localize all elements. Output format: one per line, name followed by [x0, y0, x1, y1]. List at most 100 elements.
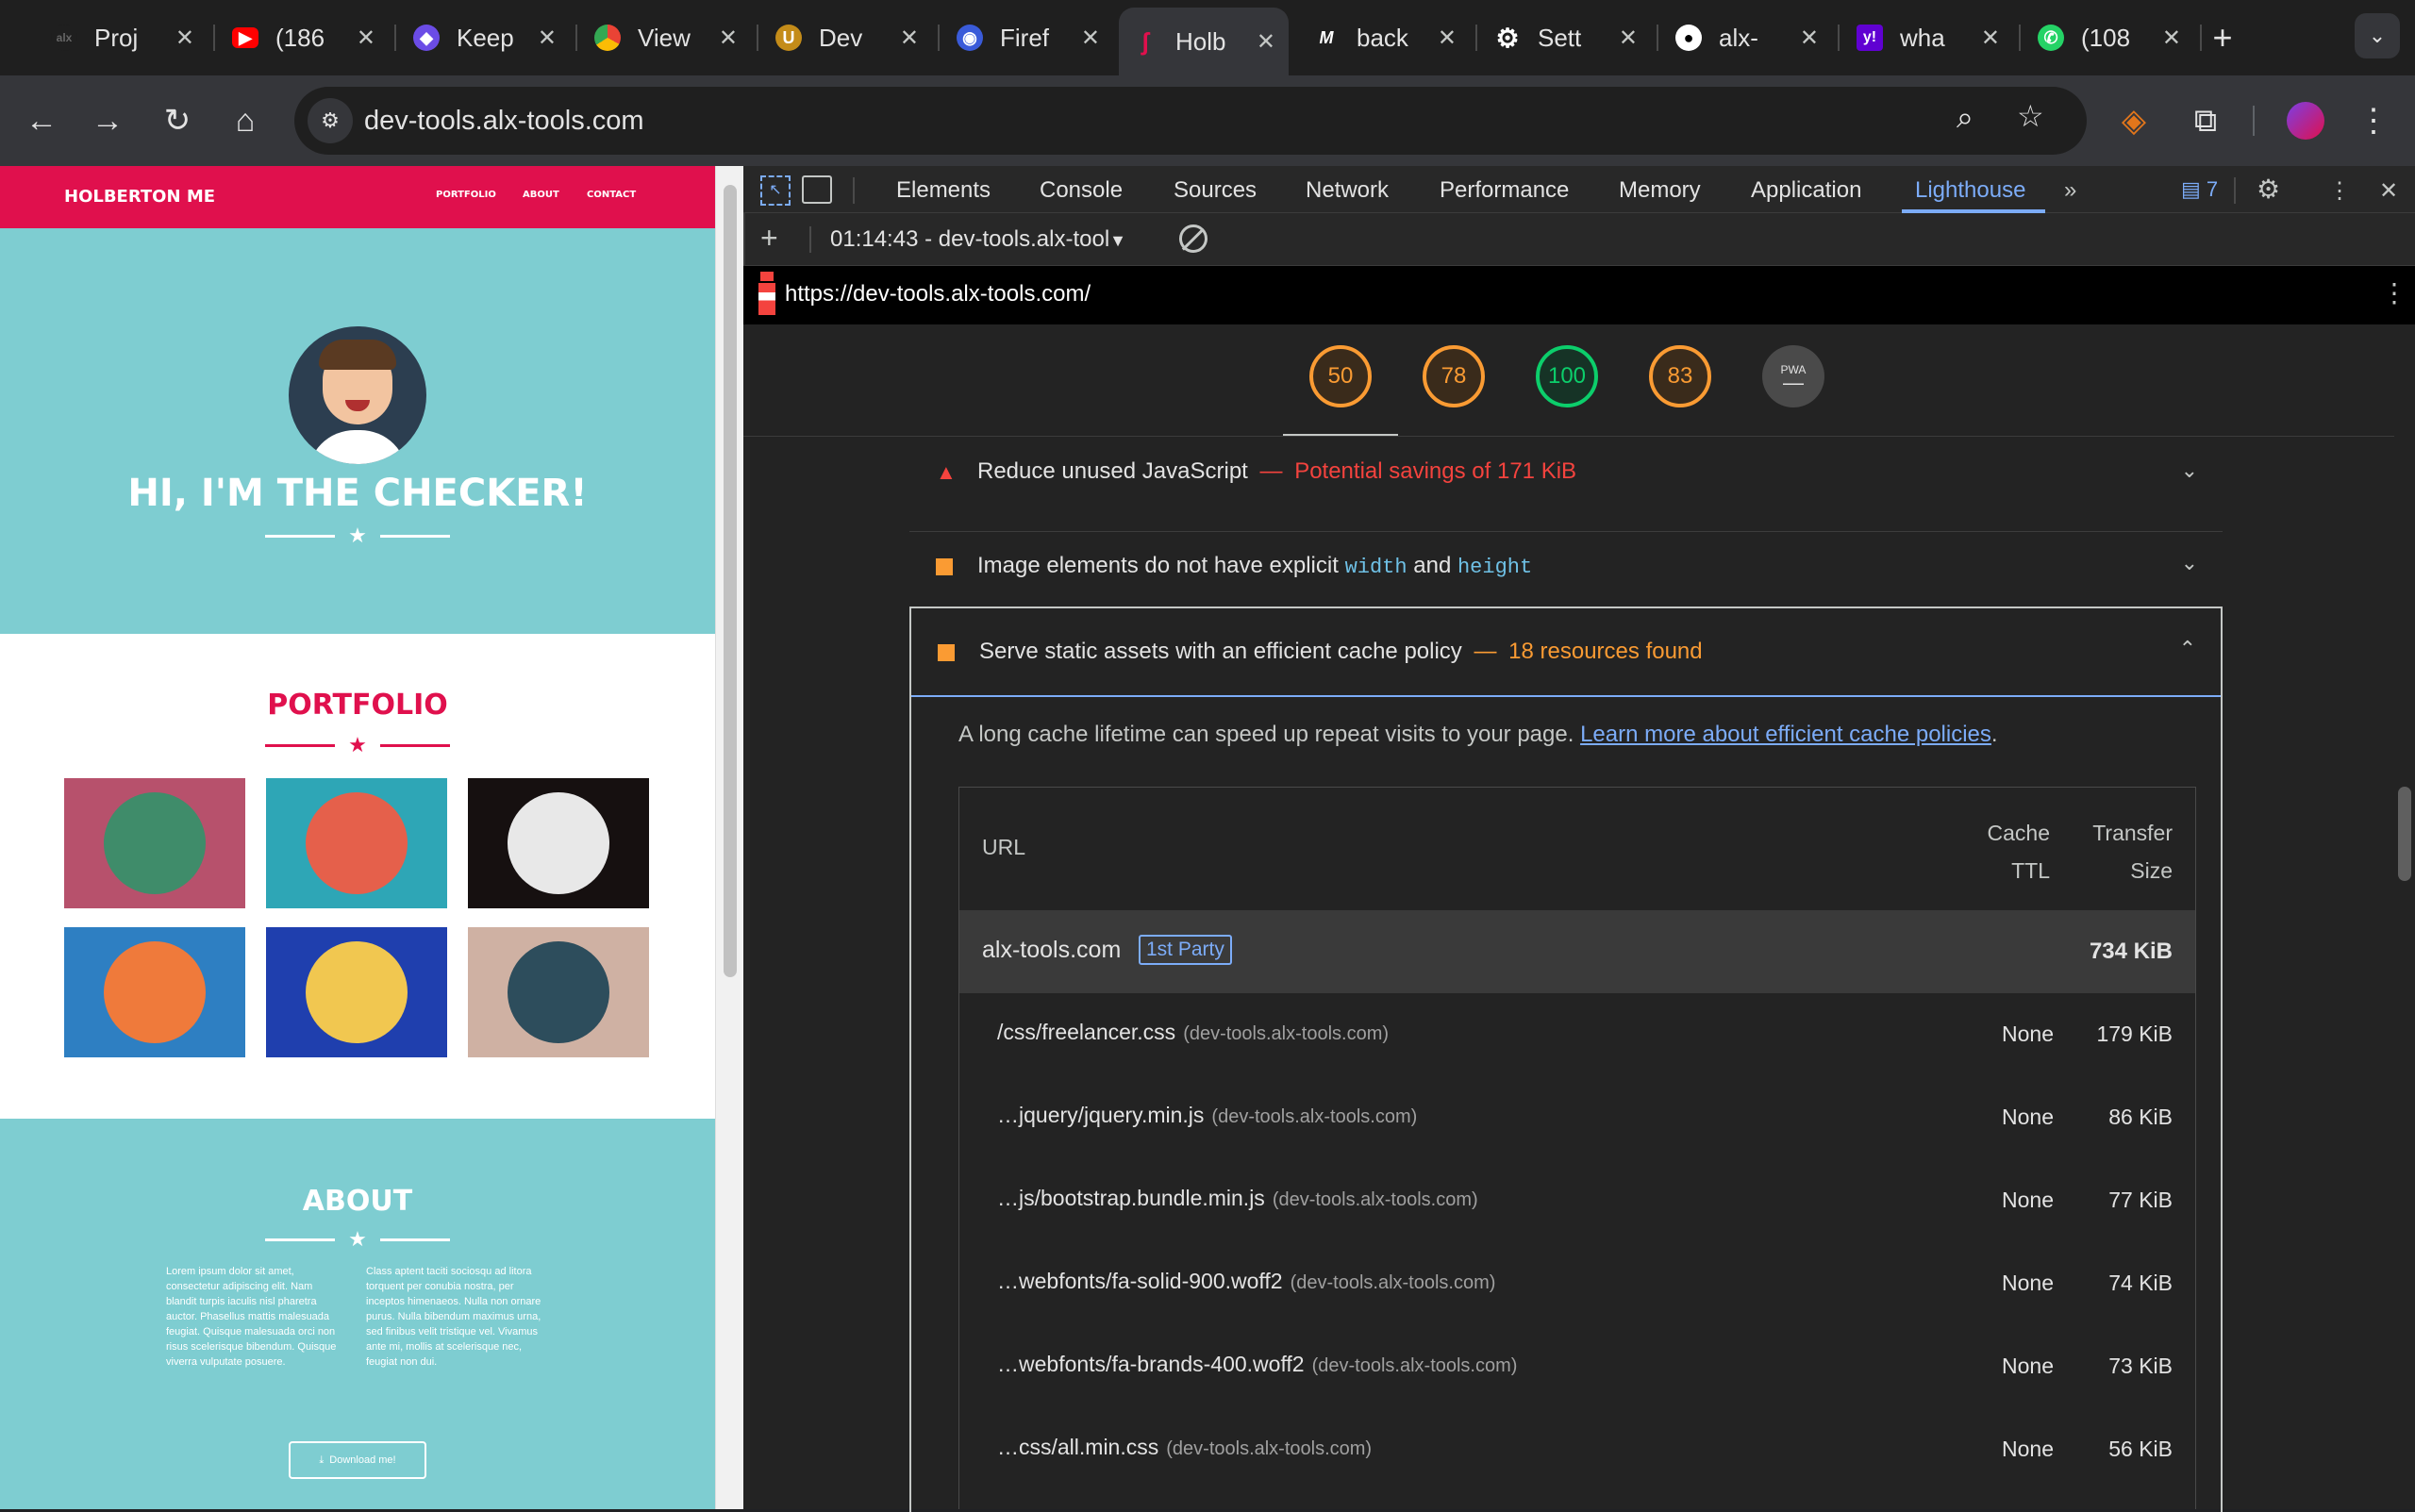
clear-block-icon[interactable]: [1179, 224, 1208, 253]
score-gauge-performance[interactable]: 50: [1309, 345, 1372, 407]
chevron-up-icon[interactable]: ⌃: [2179, 637, 2196, 661]
chevron-down-icon[interactable]: ⌄: [2181, 458, 2198, 483]
report-select[interactable]: 01:14:43 - dev-tools.alx-tool▼: [830, 226, 1126, 253]
home-button[interactable]: ⌂: [223, 98, 268, 143]
browser-tab-active[interactable]: ʃ Holb ✕: [1119, 8, 1289, 75]
report-url[interactable]: https://dev-tools.alx-tools.com/: [785, 281, 1091, 307]
browser-tab[interactable]: U Dev ✕: [762, 11, 932, 64]
close-icon[interactable]: ✕: [1081, 25, 1100, 52]
learn-more-link[interactable]: Learn more about efficient cache policie…: [1580, 722, 1991, 747]
site-brand[interactable]: HOLBERTON ME: [64, 187, 215, 207]
browser-tab[interactable]: ⚙ Sett ✕: [1481, 11, 1651, 64]
score-gauge-seo[interactable]: 83: [1649, 345, 1711, 407]
resource-url[interactable]: …jquery/jquery.min.js: [997, 1103, 1204, 1127]
tab-network[interactable]: Network: [1306, 177, 1389, 204]
tab-search-button[interactable]: ⌄: [2355, 13, 2400, 58]
scrollbar-thumb[interactable]: [2398, 787, 2411, 881]
browser-tab[interactable]: ◉ Firef ✕: [943, 11, 1113, 64]
tab-console[interactable]: Console: [1040, 177, 1123, 204]
audit-image-dimensions[interactable]: Image elements do not have explicit widt…: [909, 532, 2223, 607]
table-row[interactable]: …webfonts/fa-brands-400.woff2 (dev-tools.…: [959, 1325, 2195, 1408]
browser-tab[interactable]: ◆ Keep ✕: [400, 11, 570, 64]
download-button[interactable]: ⤓ Download me!: [289, 1441, 426, 1479]
tab-application[interactable]: Application: [1751, 177, 1861, 204]
kebab-menu-icon[interactable]: ⋮: [2328, 177, 2351, 205]
resource-url[interactable]: /css/freelancer.css: [997, 1020, 1175, 1044]
settings-gear-icon[interactable]: ⚙: [2257, 174, 2280, 205]
table-row[interactable]: /css/freelancer.css (dev-tools.alx-tools.…: [959, 993, 2195, 1076]
table-row[interactable]: …webfonts/fa-solid-900.woff2 (dev-tools.a…: [959, 1242, 2195, 1325]
extensions-icon[interactable]: ⧉: [2183, 98, 2228, 143]
new-report-icon[interactable]: +: [760, 221, 778, 256]
device-toolbar-icon[interactable]: [802, 175, 832, 204]
address-bar[interactable]: ⚙ dev-tools.alx-tools.com ⌕ ☆: [294, 87, 2087, 155]
resource-url[interactable]: …css/all.min.css: [997, 1435, 1158, 1459]
audit-unused-javascript[interactable]: ▲ Reduce unused JavaScript — Potential s…: [909, 445, 2223, 532]
zoom-icon[interactable]: ⌕: [1957, 100, 1974, 136]
browser-tab[interactable]: M back ✕: [1300, 11, 1470, 64]
score-gauge-accessibility[interactable]: 78: [1423, 345, 1485, 407]
browser-tab[interactable]: y! wha ✕: [1843, 11, 2013, 64]
tab-performance[interactable]: Performance: [1440, 177, 1569, 204]
issues-badge[interactable]: ▤ 7: [2181, 177, 2218, 202]
nav-contact[interactable]: CONTACT: [587, 190, 636, 200]
portfolio-item-cabin[interactable]: [64, 778, 245, 908]
bookmark-star-icon[interactable]: ☆: [2017, 98, 2044, 134]
scrollbar-thumb[interactable]: [724, 185, 737, 977]
chevron-down-icon[interactable]: ⌄: [2181, 551, 2198, 575]
close-icon[interactable]: ✕: [719, 25, 738, 52]
audit-cache-policy-header[interactable]: Serve static assets with an efficient ca…: [911, 608, 2221, 697]
metamask-icon[interactable]: ◈: [2111, 98, 2157, 143]
devtools-scrollbar[interactable]: [2394, 324, 2415, 1509]
address-url[interactable]: dev-tools.alx-tools.com: [364, 106, 644, 137]
tab-lighthouse[interactable]: Lighthouse: [1915, 177, 2025, 204]
page-scrollbar[interactable]: [715, 166, 743, 1509]
portfolio-item-submarine[interactable]: [468, 927, 649, 1057]
tab-memory[interactable]: Memory: [1619, 177, 1701, 204]
resource-url[interactable]: …webfonts/fa-brands-400.woff2: [997, 1352, 1305, 1376]
resource-url[interactable]: …js/bootstrap.bundle.min.js: [997, 1186, 1265, 1210]
table-row[interactable]: …js/bootstrap.bundle.min.js (dev-tools.al…: [959, 1159, 2195, 1242]
avatar[interactable]: [2287, 102, 2324, 140]
browser-tab[interactable]: View ✕: [581, 11, 751, 64]
close-icon[interactable]: ✕: [2162, 25, 2181, 52]
browser-tab[interactable]: ▶ (186 ✕: [219, 11, 389, 64]
back-button[interactable]: ←: [19, 98, 64, 143]
score-gauge-best-practices[interactable]: 100: [1536, 345, 1598, 407]
close-icon[interactable]: ✕: [1619, 25, 1638, 52]
new-tab-button[interactable]: +: [2204, 19, 2241, 57]
portfolio-item-cake[interactable]: [266, 778, 447, 908]
portfolio-item-safe[interactable]: [266, 927, 447, 1057]
inspect-element-icon[interactable]: ↖: [760, 175, 791, 206]
nav-about[interactable]: ABOUT: [523, 190, 559, 200]
more-tabs-icon[interactable]: »: [2064, 177, 2076, 204]
table-row[interactable]: …css/all.min.css (dev-tools.alx-tools.com…: [959, 1408, 2195, 1491]
tab-elements[interactable]: Elements: [896, 177, 991, 204]
close-icon[interactable]: ✕: [357, 25, 375, 52]
header-line: Transfer: [2092, 821, 2173, 845]
resource-url[interactable]: …webfonts/fa-solid-900.woff2: [997, 1269, 1283, 1293]
close-icon[interactable]: ✕: [900, 25, 919, 52]
close-icon[interactable]: ✕: [175, 25, 194, 52]
site-info-button[interactable]: ⚙: [308, 98, 353, 143]
close-icon[interactable]: ✕: [1800, 25, 1819, 52]
score-gauge-pwa[interactable]: PWA —: [1762, 345, 1824, 407]
portfolio-item-game[interactable]: [64, 927, 245, 1057]
browser-tab[interactable]: alx Proj ✕: [38, 11, 208, 64]
browser-tab[interactable]: ● alx- ✕: [1662, 11, 1832, 64]
portfolio-item-circus[interactable]: [468, 778, 649, 908]
reload-button[interactable]: ↻: [155, 98, 200, 143]
browser-tab[interactable]: ✆ (108 ✕: [2024, 11, 2194, 64]
close-icon[interactable]: ✕: [1438, 25, 1457, 52]
forward-button[interactable]: →: [85, 98, 130, 143]
close-icon[interactable]: ✕: [538, 25, 557, 52]
close-devtools-icon[interactable]: ✕: [2379, 177, 2398, 205]
tab-sources[interactable]: Sources: [1174, 177, 1257, 204]
table-row[interactable]: …jquery/jquery.min.js (dev-tools.alx-tool…: [959, 1076, 2195, 1159]
close-icon[interactable]: ✕: [1981, 25, 2000, 52]
close-icon[interactable]: ✕: [1257, 28, 1275, 56]
nav-portfolio[interactable]: PORTFOLIO: [436, 190, 496, 200]
about-title: ABOUT: [302, 1185, 413, 1218]
menu-icon[interactable]: ⋮: [2351, 98, 2396, 143]
report-menu-icon[interactable]: ⋮: [2381, 277, 2407, 308]
